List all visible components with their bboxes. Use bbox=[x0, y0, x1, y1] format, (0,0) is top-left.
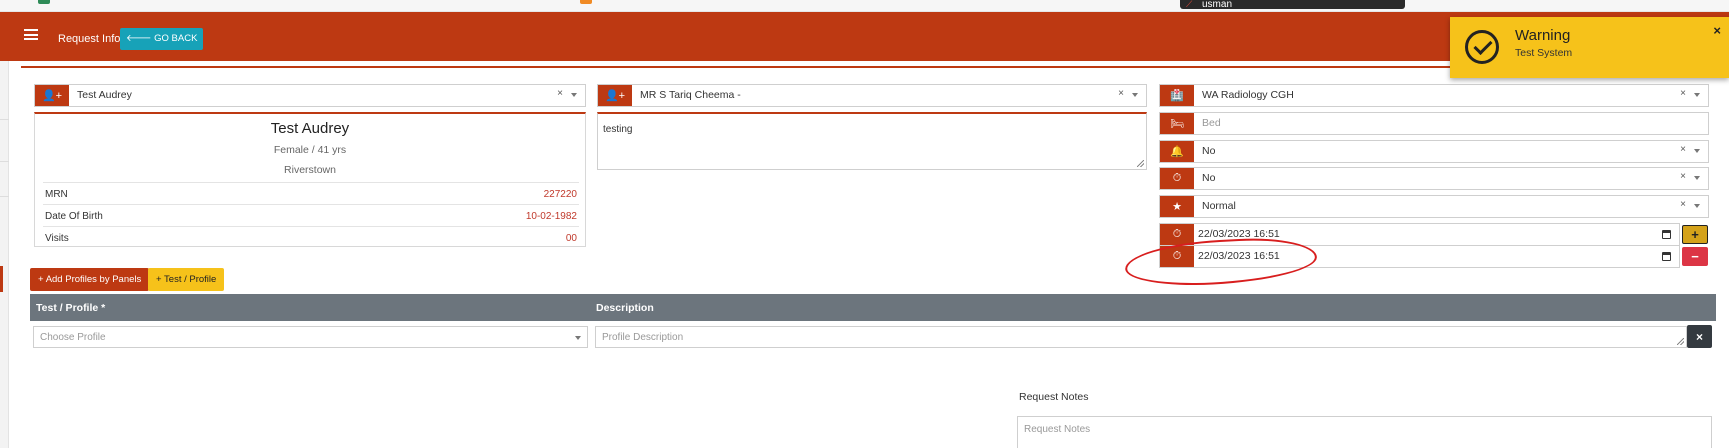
add-date-button[interactable]: + bbox=[1682, 225, 1708, 244]
info-row-dob: Date Of Birth 10-02-1982 bbox=[43, 204, 579, 226]
choose-profile-select[interactable]: Choose Profile bbox=[33, 326, 588, 348]
add-profiles-by-panels-button[interactable]: + Add Profiles by Panels bbox=[30, 268, 150, 291]
info-value: 00 bbox=[565, 233, 577, 244]
datetime-input-2[interactable]: ⏱ 22/03/2023 16:51 bbox=[1159, 245, 1680, 268]
profile-description-placeholder: Profile Description bbox=[602, 332, 684, 343]
chevron-down-icon[interactable] bbox=[575, 336, 581, 340]
chevron-down-icon[interactable] bbox=[1132, 93, 1138, 97]
close-icon[interactable]: × bbox=[1713, 23, 1721, 38]
column-header-description: Description bbox=[596, 302, 654, 314]
patient-name: Test Audrey bbox=[270, 120, 350, 137]
patient-card: Test Audrey Female / 41 yrs Riverstown M… bbox=[34, 112, 586, 247]
datetime-input-1[interactable]: ⏱ 22/03/2023 16:51 bbox=[1159, 223, 1680, 246]
doctor-select[interactable]: 👤+ MR S Tariq Cheema - × bbox=[597, 84, 1147, 107]
user-plus-icon: 👤+ bbox=[598, 85, 632, 106]
option-select-value: No bbox=[1202, 145, 1216, 157]
calendar-icon[interactable] bbox=[1662, 230, 1671, 239]
divider bbox=[0, 161, 9, 162]
info-label: Visits bbox=[45, 233, 69, 244]
check-circle-icon bbox=[1465, 30, 1499, 64]
column-header-test-profile: Test / Profile * bbox=[36, 302, 106, 314]
clock-icon: ⏱ bbox=[1160, 224, 1194, 245]
left-gutter bbox=[0, 61, 9, 448]
divider bbox=[0, 119, 9, 120]
app-icon: ⟋ bbox=[1186, 0, 1193, 9]
bed-icon: 🛏 bbox=[1160, 113, 1194, 134]
request-notes-placeholder: Request Notes bbox=[1024, 424, 1091, 435]
clear-icon[interactable]: × bbox=[1680, 199, 1686, 210]
request-notes-textarea[interactable]: Request Notes bbox=[1017, 416, 1712, 448]
chevron-down-icon[interactable] bbox=[571, 93, 577, 97]
go-back-button[interactable]: 🡐 GO BACK bbox=[120, 28, 204, 50]
tab-favicon bbox=[38, 0, 50, 4]
tab-favicon bbox=[580, 0, 592, 4]
profile-description-input[interactable]: Profile Description bbox=[595, 326, 1687, 348]
chevron-down-icon[interactable] bbox=[1694, 176, 1700, 180]
toast-title: Warning bbox=[1515, 27, 1571, 44]
browser-top-strip: ⟋ usman bbox=[0, 0, 1729, 12]
info-label: MRN bbox=[45, 189, 68, 200]
clock-icon: ⏱ bbox=[1160, 168, 1194, 189]
patient-select-value: Test Audrey bbox=[77, 89, 132, 101]
choose-profile-placeholder: Choose Profile bbox=[40, 332, 106, 343]
priority-select[interactable]: ★ Normal × bbox=[1159, 195, 1709, 218]
arrow-left-icon: 🡐 bbox=[126, 33, 152, 44]
clear-icon[interactable]: × bbox=[1680, 171, 1686, 182]
go-back-label: GO BACK bbox=[154, 33, 198, 44]
plus-icon: + bbox=[38, 274, 44, 285]
clear-icon[interactable]: × bbox=[1118, 88, 1124, 99]
clear-icon[interactable]: × bbox=[557, 88, 563, 99]
resize-handle[interactable] bbox=[1677, 338, 1684, 345]
taskbar-chip[interactable]: ⟋ usman bbox=[1180, 0, 1405, 9]
toast-message: Test System bbox=[1515, 47, 1573, 59]
location-select[interactable]: 🏥 WA Radiology CGH × bbox=[1159, 84, 1709, 107]
taskbar-chip-label: usman bbox=[1202, 0, 1233, 9]
clear-icon[interactable]: × bbox=[1680, 88, 1686, 99]
option-select-2[interactable]: ⏱ No × bbox=[1159, 167, 1709, 190]
chevron-down-icon[interactable] bbox=[1694, 204, 1700, 208]
option-select-1[interactable]: 🔔 No × bbox=[1159, 140, 1709, 163]
patient-gender-age: Female / 41 yrs bbox=[273, 144, 347, 156]
calendar-icon[interactable] bbox=[1662, 252, 1671, 261]
priority-value: Normal bbox=[1202, 200, 1236, 212]
patient-select[interactable]: 👤+ Test Audrey × bbox=[34, 84, 586, 107]
doctor-select-value: MR S Tariq Cheema - bbox=[640, 89, 741, 101]
warning-toast: Warning Test System × bbox=[1450, 17, 1729, 78]
active-indicator bbox=[0, 266, 3, 292]
add-profiles-label: Add Profiles by Panels bbox=[45, 274, 142, 285]
clinical-notes-textarea[interactable]: testing bbox=[597, 112, 1147, 170]
test-profile-label: Test / Profile bbox=[164, 274, 217, 285]
datetime-value: 22/03/2023 16:51 bbox=[1198, 250, 1280, 262]
info-value: 227220 bbox=[543, 189, 577, 200]
resize-handle[interactable] bbox=[1137, 160, 1144, 167]
request-notes-label: Request Notes bbox=[1019, 391, 1089, 403]
info-row-mrn: MRN 227220 bbox=[43, 182, 579, 204]
location-value: WA Radiology CGH bbox=[1202, 89, 1294, 101]
star-icon: ★ bbox=[1160, 196, 1194, 217]
profile-grid-header: Test / Profile * Description bbox=[30, 294, 1716, 321]
remove-row-button[interactable]: × bbox=[1687, 325, 1712, 348]
hamburger-icon[interactable] bbox=[24, 29, 38, 40]
patient-town: Riverstown bbox=[284, 164, 336, 176]
hospital-icon: 🏥 bbox=[1160, 85, 1194, 106]
info-label: Date Of Birth bbox=[45, 211, 103, 222]
clock-icon: ⏱ bbox=[1160, 246, 1194, 267]
clear-icon[interactable]: × bbox=[1680, 144, 1686, 155]
datetime-value: 22/03/2023 16:51 bbox=[1198, 228, 1280, 240]
bed-placeholder: Bed bbox=[1202, 117, 1221, 129]
plus-icon: + bbox=[156, 274, 162, 285]
info-value: 10-02-1982 bbox=[525, 211, 577, 222]
chevron-down-icon[interactable] bbox=[1694, 149, 1700, 153]
clinical-notes-text: testing bbox=[603, 124, 633, 135]
divider bbox=[0, 196, 9, 197]
chevron-down-icon[interactable] bbox=[1694, 93, 1700, 97]
user-plus-icon: 👤+ bbox=[35, 85, 69, 106]
remove-date-button[interactable]: − bbox=[1682, 247, 1708, 266]
page-title: Request Info bbox=[58, 33, 121, 45]
test-profile-button[interactable]: + Test / Profile bbox=[148, 268, 225, 291]
info-row-visits: Visits 00 bbox=[43, 226, 579, 248]
bed-input[interactable]: 🛏 Bed bbox=[1159, 112, 1709, 135]
bell-icon: 🔔 bbox=[1160, 141, 1194, 162]
option-select-value: No bbox=[1202, 172, 1216, 184]
